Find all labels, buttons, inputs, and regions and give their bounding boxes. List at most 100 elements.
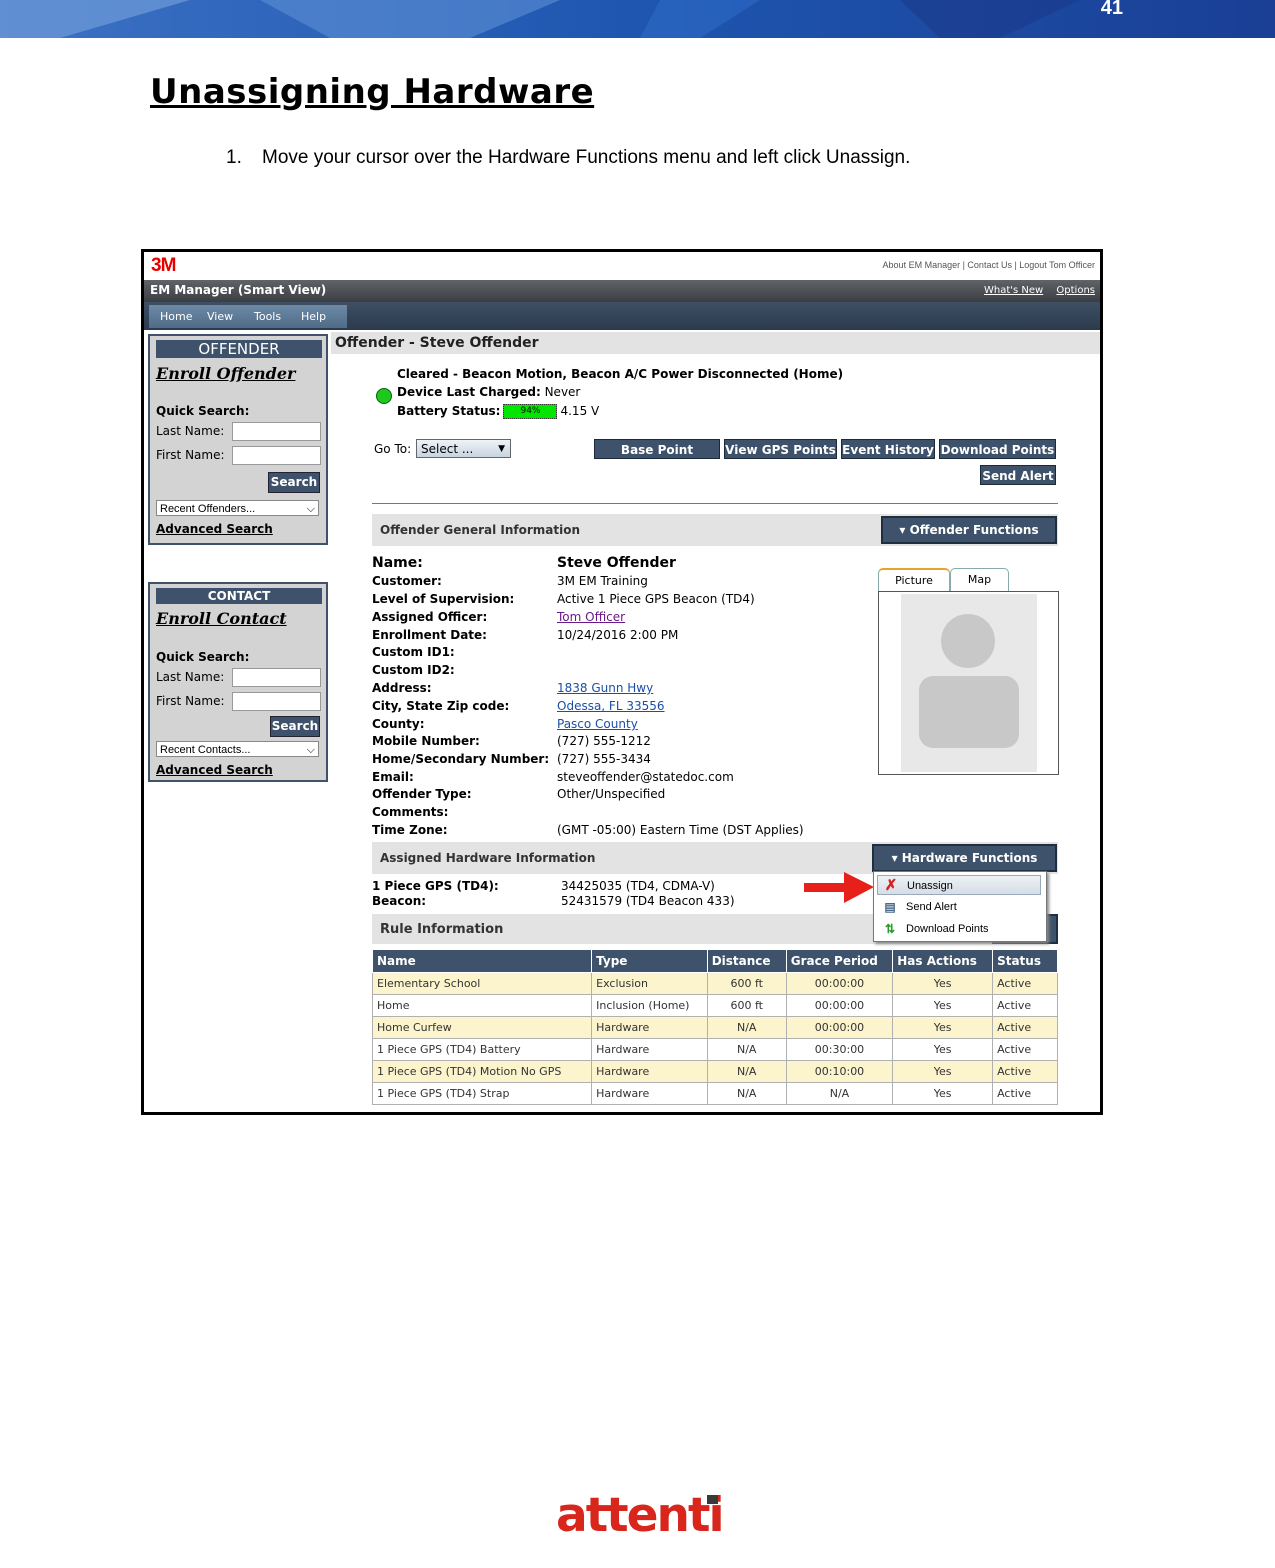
table-row[interactable]: Home Curfew Hardware N/A 00:00:00 Yes Active xyxy=(371,1016,1058,1039)
column-header[interactable]: Grace Period xyxy=(785,949,894,973)
device-charged-label: Device Last Charged: xyxy=(397,385,541,399)
menu-item-send-alert-label: Send Alert xyxy=(906,901,957,913)
enroll-contact-link[interactable]: Enroll Contact xyxy=(156,609,287,628)
offender-page-header: Offender - Steve Offender xyxy=(331,332,1100,354)
status-line: Cleared - Beacon Motion, Beacon A/C Powe… xyxy=(397,367,844,381)
dropdown-arrow-icon: ▼ xyxy=(498,444,505,454)
offender-first-name-input[interactable] xyxy=(232,446,321,465)
info-value[interactable]: Odessa, FL 33556 xyxy=(557,699,665,713)
tab-map[interactable]: Map xyxy=(950,568,1009,591)
send-alert-button[interactable]: Send Alert xyxy=(980,465,1056,485)
offender-last-name-input[interactable] xyxy=(232,422,321,441)
info-value: steveoffender@statedoc.com xyxy=(557,770,734,784)
table-row[interactable]: 1 Piece GPS (TD4) Motion No GPS Hardware N… xyxy=(371,1060,1058,1083)
column-header[interactable]: Distance xyxy=(706,949,787,973)
recent-contacts-select[interactable]: Recent Contacts... ⌵ xyxy=(156,741,319,757)
info-value[interactable]: 1838 Gunn Hwy xyxy=(557,681,653,695)
recent-contacts-value: Recent Contacts... xyxy=(160,744,251,756)
table-cell: N/A xyxy=(706,1016,787,1039)
chevron-down-icon: ⌵ xyxy=(306,503,315,515)
table-cell: Active xyxy=(992,1016,1058,1039)
table-cell: Inclusion (Home) xyxy=(591,994,708,1017)
info-value: 10/24/2016 2:00 PM xyxy=(557,628,679,642)
info-label: Enrollment Date: xyxy=(372,628,487,642)
contact-advanced-search-link[interactable]: Advanced Search xyxy=(156,763,273,777)
goto-select[interactable]: Select ... ▼ xyxy=(416,439,511,458)
info-label: Customer: xyxy=(372,574,442,588)
offender-search-button[interactable]: Search xyxy=(268,472,320,493)
top-links[interactable]: About EM Manager | Contact Us | Logout T… xyxy=(883,260,1095,270)
rules-header-row: Name Type Distance Grace Period Has Actions S… xyxy=(371,949,1058,973)
quick-search-label: Quick Search: xyxy=(156,404,250,418)
table-cell: 1 Piece GPS (TD4) Strap xyxy=(371,1082,593,1105)
info-label: Assigned Officer: xyxy=(372,610,488,624)
table-cell: Hardware xyxy=(591,1016,708,1039)
options-link[interactable]: Options xyxy=(1056,285,1095,296)
info-label: Level of Supervision: xyxy=(372,592,515,606)
general-info-title: Offender General Information xyxy=(380,523,581,537)
whats-new-link[interactable]: What's New xyxy=(984,285,1043,296)
table-cell: 600 ft xyxy=(706,972,787,995)
table-cell: Elementary School xyxy=(371,972,593,995)
table-cell: Active xyxy=(992,1060,1058,1083)
column-header[interactable]: Status xyxy=(992,949,1058,973)
menu-item-download-points[interactable]: ⇅ Download Points xyxy=(877,919,1041,939)
info-value[interactable]: Tom Officer xyxy=(557,610,625,624)
table-row[interactable]: 1 Piece GPS (TD4) Strap Hardware N/A N/A Yes… xyxy=(371,1082,1058,1105)
tab-picture[interactable]: Picture xyxy=(878,568,950,592)
offender-panel: OFFENDER Enroll Offender Quick Search: L… xyxy=(148,334,328,545)
view-gps-points-button[interactable]: View GPS Points xyxy=(724,439,837,459)
table-row[interactable]: Elementary School Exclusion 600 ft 00:00:00… xyxy=(371,972,1058,995)
nav-help[interactable]: Help xyxy=(301,310,337,323)
table-cell: N/A xyxy=(706,1082,787,1105)
attenti-logo: attenti xyxy=(556,1488,725,1543)
avatar-head xyxy=(941,614,995,668)
hardware-gps-value: 34425035 (TD4, CDMA-V) xyxy=(561,879,715,893)
table-cell: Active xyxy=(992,1082,1058,1105)
device-charged: Device Last Charged: Never xyxy=(397,385,580,399)
app-title-bar: EM Manager (Smart View) What's New Optio… xyxy=(144,280,1100,302)
table-cell: Yes xyxy=(892,1016,994,1039)
offender-functions-button[interactable]: ▾ Offender Functions xyxy=(881,516,1057,544)
info-value: Active 1 Piece GPS Beacon (TD4) xyxy=(557,592,755,606)
contact-search-button[interactable]: Search xyxy=(270,716,320,737)
table-row[interactable]: Home Inclusion (Home) 600 ft 00:00:00 Yes Act… xyxy=(371,994,1058,1017)
red-x-icon: ✗ xyxy=(884,877,898,894)
download-points-button[interactable]: Download Points xyxy=(939,439,1056,459)
nav-tools[interactable]: Tools xyxy=(254,310,290,323)
hardware-info-bar: Assigned Hardware Information ▾ Hardware… xyxy=(372,842,1058,874)
menu-item-unassign[interactable]: ✗ Unassign xyxy=(877,875,1041,895)
info-label: Email: xyxy=(372,770,414,784)
hardware-functions-label: Hardware Functions xyxy=(901,851,1038,865)
column-header[interactable]: Type xyxy=(591,949,708,973)
nav-view[interactable]: View xyxy=(207,310,243,323)
info-value[interactable]: Pasco County xyxy=(557,717,638,731)
offender-advanced-search-link[interactable]: Advanced Search xyxy=(156,522,273,536)
event-history-button[interactable]: Event History xyxy=(841,439,935,459)
base-point-history-button[interactable]: Base Point History xyxy=(594,439,720,477)
info-label: Address: xyxy=(372,681,432,695)
info-label: Mobile Number: xyxy=(372,734,480,748)
divider xyxy=(372,503,1058,504)
table-cell: N/A xyxy=(785,1082,894,1105)
offender-functions-label: Offender Functions xyxy=(909,523,1039,537)
table-cell: Yes xyxy=(892,1060,994,1083)
table-row[interactable]: 1 Piece GPS (TD4) Battery Hardware N/A 00:3… xyxy=(371,1038,1058,1061)
contact-last-name-input[interactable] xyxy=(232,668,321,687)
enroll-offender-link[interactable]: Enroll Offender xyxy=(156,364,295,383)
app-screenshot: 3M About EM Manager | Contact Us | Logou… xyxy=(141,249,1103,1115)
battery-label: Battery Status: xyxy=(397,404,501,418)
column-header[interactable]: Name xyxy=(371,949,593,973)
info-label: City, State Zip code: xyxy=(372,699,510,713)
table-cell: Home xyxy=(371,994,593,1017)
menu-item-send-alert[interactable]: ▤ Send Alert xyxy=(877,897,1041,917)
table-cell: Yes xyxy=(892,1038,994,1061)
battery-voltage: 4.15 V xyxy=(560,404,600,418)
column-header[interactable]: Has Actions xyxy=(892,949,994,973)
contact-first-name-input[interactable] xyxy=(232,692,321,711)
nav-home[interactable]: Home xyxy=(160,310,196,323)
recent-offenders-select[interactable]: Recent Offenders... ⌵ xyxy=(156,500,319,516)
hardware-functions-button[interactable]: ▾ Hardware Functions xyxy=(872,844,1057,872)
offender-picture xyxy=(878,591,1059,775)
info-label: County: xyxy=(372,717,425,731)
